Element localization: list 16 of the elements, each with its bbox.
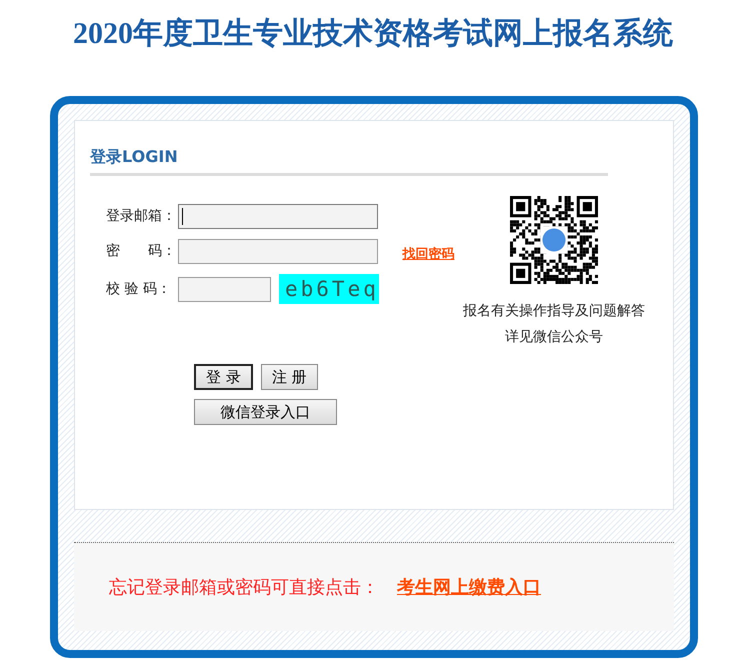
login-heading: 登录LOGIN bbox=[90, 145, 608, 176]
input-field[interactable] bbox=[178, 276, 271, 302]
caption-text: 报名有关操作指导及问题解答 bbox=[463, 302, 646, 321]
qr-code-icon bbox=[510, 196, 598, 284]
field-label: 校 验 码： bbox=[105, 280, 172, 298]
field-label: 密 码： bbox=[105, 242, 177, 261]
login-button[interactable]: 登 录 bbox=[194, 364, 253, 390]
footer-text: 忘记登录邮箱或密码可直接点击： bbox=[109, 576, 379, 598]
register-button[interactable]: 注 册 bbox=[260, 364, 318, 390]
caption-text: 详见微信公众号 bbox=[504, 328, 604, 347]
page-title: 2020年度卫生专业技术资格考试网上报名系统 bbox=[72, 16, 674, 52]
field-label: 登录邮箱： bbox=[105, 207, 177, 226]
captcha-image: eb6Teq bbox=[279, 274, 379, 304]
input-field[interactable] bbox=[178, 204, 378, 229]
input-field[interactable] bbox=[178, 239, 378, 264]
wechat-login-button[interactable]: 微信登录入口 bbox=[194, 399, 337, 425]
